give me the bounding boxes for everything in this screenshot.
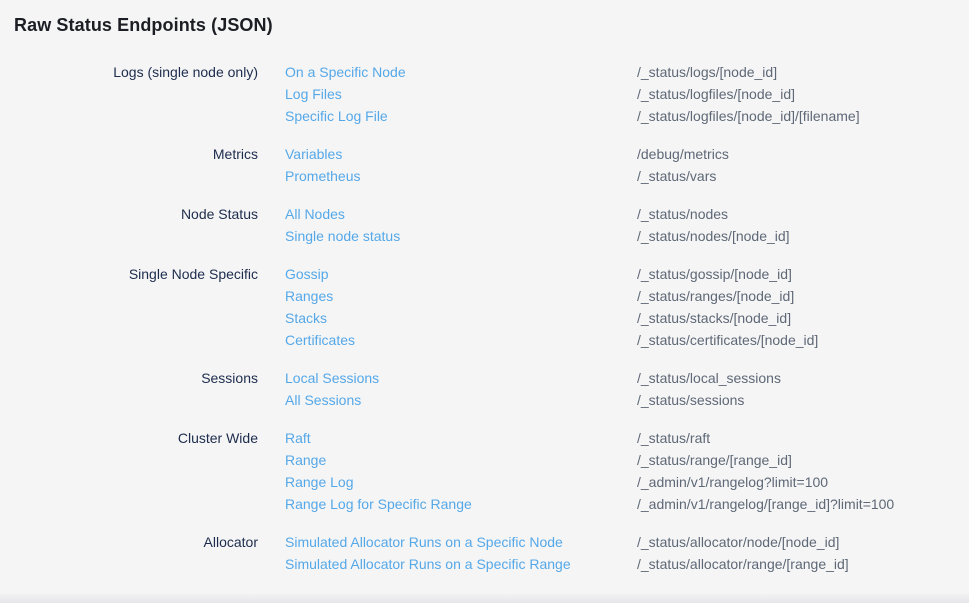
category-label: Single Node Specific	[14, 263, 258, 285]
endpoint-path: /_status/allocator/node/[node_id]	[637, 531, 839, 553]
endpoint-link[interactable]: Prometheus	[285, 165, 637, 187]
endpoint-row: Single node status /_status/nodes/[node_…	[285, 225, 969, 247]
endpoint-row: Stacks /_status/stacks/[node_id]	[285, 307, 969, 329]
endpoint-path: /_status/gossip/[node_id]	[637, 263, 792, 285]
endpoint-row: All Sessions /_status/sessions	[285, 389, 969, 411]
endpoint-row: Simulated Allocator Runs on a Specific R…	[285, 553, 969, 575]
endpoint-path: /_admin/v1/rangelog/[range_id]?limit=100	[637, 493, 894, 515]
endpoint-link[interactable]: On a Specific Node	[285, 61, 637, 83]
endpoint-link[interactable]: Simulated Allocator Runs on a Specific R…	[285, 553, 637, 575]
endpoint-section: Node Status All Nodes /_status/nodes Sin…	[14, 203, 969, 247]
category-label: Logs (single node only)	[14, 61, 258, 83]
endpoint-row: Ranges /_status/ranges/[node_id]	[285, 285, 969, 307]
endpoint-rows: Gossip /_status/gossip/[node_id] Ranges …	[285, 263, 969, 351]
endpoint-row: Certificates /_status/certificates/[node…	[285, 329, 969, 351]
endpoint-link[interactable]: All Nodes	[285, 203, 637, 225]
endpoint-path: /_status/stacks/[node_id]	[637, 307, 791, 329]
endpoint-rows: Local Sessions /_status/local_sessions A…	[285, 367, 969, 411]
endpoint-rows: On a Specific Node /_status/logs/[node_i…	[285, 61, 969, 127]
page-title: Raw Status Endpoints (JSON)	[14, 15, 969, 36]
endpoint-rows: All Nodes /_status/nodes Single node sta…	[285, 203, 969, 247]
endpoint-rows: Variables /debug/metrics Prometheus /_st…	[285, 143, 969, 187]
endpoint-path: /_status/range/[range_id]	[637, 449, 792, 471]
endpoint-row: Range Log for Specific Range /_admin/v1/…	[285, 493, 969, 515]
endpoint-row: Prometheus /_status/vars	[285, 165, 969, 187]
endpoint-link[interactable]: Ranges	[285, 285, 637, 307]
endpoint-path: /_status/nodes	[637, 203, 728, 225]
endpoint-rows: Simulated Allocator Runs on a Specific N…	[285, 531, 969, 575]
category-label: Node Status	[14, 203, 258, 225]
endpoint-link[interactable]: Simulated Allocator Runs on a Specific N…	[285, 531, 637, 553]
endpoint-section: Cluster Wide Raft /_status/raft Range /_…	[14, 427, 969, 515]
endpoint-link[interactable]: Stacks	[285, 307, 637, 329]
category-label: Metrics	[14, 143, 258, 165]
category-label: Allocator	[14, 531, 258, 553]
bottom-divider	[0, 594, 969, 603]
endpoint-link[interactable]: Range Log for Specific Range	[285, 493, 637, 515]
endpoint-section: Single Node Specific Gossip /_status/gos…	[14, 263, 969, 351]
endpoint-sections: Logs (single node only) On a Specific No…	[14, 61, 969, 575]
endpoint-link[interactable]: Certificates	[285, 329, 637, 351]
endpoint-link[interactable]: Specific Log File	[285, 105, 637, 127]
endpoint-link[interactable]: Gossip	[285, 263, 637, 285]
endpoint-rows: Raft /_status/raft Range /_status/range/…	[285, 427, 969, 515]
endpoint-path: /_status/certificates/[node_id]	[637, 329, 818, 351]
endpoint-row: Gossip /_status/gossip/[node_id]	[285, 263, 969, 285]
endpoint-row: Range Log /_admin/v1/rangelog?limit=100	[285, 471, 969, 493]
endpoint-row: Raft /_status/raft	[285, 427, 969, 449]
category-label: Sessions	[14, 367, 258, 389]
endpoint-row: Local Sessions /_status/local_sessions	[285, 367, 969, 389]
endpoint-section: Logs (single node only) On a Specific No…	[14, 61, 969, 127]
endpoint-section: Metrics Variables /debug/metrics Prometh…	[14, 143, 969, 187]
endpoint-link[interactable]: All Sessions	[285, 389, 637, 411]
endpoint-path: /_status/local_sessions	[637, 367, 781, 389]
endpoint-link[interactable]: Local Sessions	[285, 367, 637, 389]
endpoint-row: Range /_status/range/[range_id]	[285, 449, 969, 471]
endpoint-path: /_admin/v1/rangelog?limit=100	[637, 471, 828, 493]
endpoint-row: Simulated Allocator Runs on a Specific N…	[285, 531, 969, 553]
endpoint-section: Allocator Simulated Allocator Runs on a …	[14, 531, 969, 575]
endpoint-path: /_status/ranges/[node_id]	[637, 285, 794, 307]
endpoint-path: /_status/raft	[637, 427, 710, 449]
endpoint-path: /_status/nodes/[node_id]	[637, 225, 790, 247]
category-label: Cluster Wide	[14, 427, 258, 449]
debug-page: Raw Status Endpoints (JSON) Logs (single…	[0, 0, 969, 603]
endpoint-link[interactable]: Range	[285, 449, 637, 471]
endpoint-link[interactable]: Variables	[285, 143, 637, 165]
endpoint-path: /_status/logfiles/[node_id]	[637, 83, 795, 105]
endpoint-row: Variables /debug/metrics	[285, 143, 969, 165]
endpoint-link[interactable]: Log Files	[285, 83, 637, 105]
endpoint-path: /_status/logs/[node_id]	[637, 61, 777, 83]
endpoint-section: Sessions Local Sessions /_status/local_s…	[14, 367, 969, 411]
endpoint-path: /_status/logfiles/[node_id]/[filename]	[637, 105, 860, 127]
endpoint-link[interactable]: Range Log	[285, 471, 637, 493]
endpoint-path: /_status/vars	[637, 165, 716, 187]
endpoint-row: Log Files /_status/logfiles/[node_id]	[285, 83, 969, 105]
endpoint-path: /_status/sessions	[637, 389, 744, 411]
endpoint-path: /debug/metrics	[637, 143, 729, 165]
endpoint-row: On a Specific Node /_status/logs/[node_i…	[285, 61, 969, 83]
endpoint-row: All Nodes /_status/nodes	[285, 203, 969, 225]
endpoint-row: Specific Log File /_status/logfiles/[nod…	[285, 105, 969, 127]
endpoint-path: /_status/allocator/range/[range_id]	[637, 553, 849, 575]
endpoint-link[interactable]: Raft	[285, 427, 637, 449]
endpoint-link[interactable]: Single node status	[285, 225, 637, 247]
